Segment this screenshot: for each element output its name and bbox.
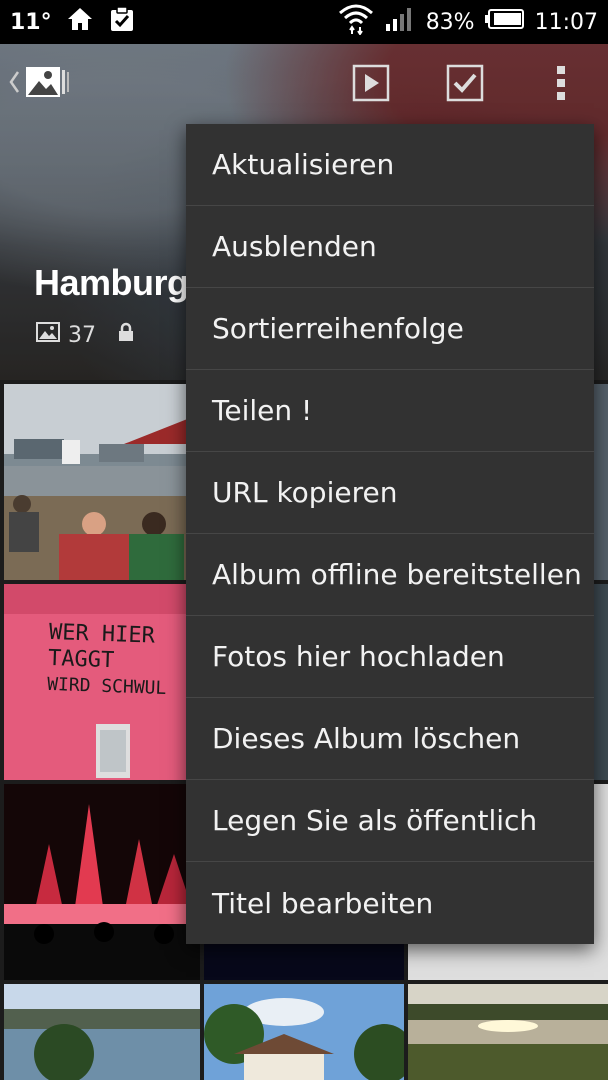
clipboard-check-icon xyxy=(108,5,136,39)
status-bar: 11° 83% 11:07 xyxy=(0,0,608,44)
menu-item-hide[interactable]: Ausblenden xyxy=(186,206,594,288)
menu-item-share[interactable]: Teilen ! xyxy=(186,370,594,452)
wifi-icon xyxy=(338,3,374,41)
home-icon xyxy=(66,6,94,38)
menu-item-sort-order[interactable]: Sortierreihenfolge xyxy=(186,288,594,370)
overflow-menu: Aktualisieren Ausblenden Sortierreihenfo… xyxy=(186,124,594,944)
overflow-menu-icon xyxy=(550,66,572,106)
menu-item-delete-album[interactable]: Dieses Album löschen xyxy=(186,698,594,780)
slideshow-icon xyxy=(352,64,390,106)
graffiti-text-line: WIRD SCHWUL xyxy=(46,673,167,700)
clock-time: 11:07 xyxy=(534,9,598,35)
photo-thumbnail[interactable] xyxy=(408,984,608,1080)
signal-icon xyxy=(384,6,416,38)
temperature-text: 11° xyxy=(10,9,52,35)
action-bar xyxy=(0,44,608,124)
album-meta: 37 xyxy=(36,322,134,348)
photo-icon xyxy=(36,322,60,348)
battery-percent: 83% xyxy=(425,9,475,35)
photo-thumbnail[interactable] xyxy=(4,384,200,580)
menu-item-upload-photos[interactable]: Fotos hier hochladen xyxy=(186,616,594,698)
menu-item-make-available-offline[interactable]: Album offline bereitstellen xyxy=(186,534,594,616)
photo-thumbnail[interactable]: WER HIER TAGGT WIRD SCHWUL xyxy=(4,584,200,780)
battery-icon xyxy=(484,8,525,36)
overflow-menu-button[interactable] xyxy=(550,64,572,102)
menu-item-make-public[interactable]: Legen Sie als öffentlich xyxy=(186,780,594,862)
checkbox-icon xyxy=(446,64,484,106)
photo-thumbnail[interactable] xyxy=(204,984,404,1080)
menu-item-refresh[interactable]: Aktualisieren xyxy=(186,124,594,206)
photo-thumbnail[interactable] xyxy=(4,784,200,980)
menu-item-copy-url[interactable]: URL kopieren xyxy=(186,452,594,534)
photo-count: 37 xyxy=(68,322,96,348)
menu-item-edit-title[interactable]: Titel bearbeiten xyxy=(186,862,594,944)
gallery-icon xyxy=(24,63,70,105)
up-navigation-button[interactable] xyxy=(8,63,70,105)
photo-thumbnail[interactable] xyxy=(4,984,200,1080)
lock-icon xyxy=(118,322,134,348)
chevron-left-icon xyxy=(8,69,20,99)
select-button[interactable] xyxy=(446,64,484,102)
slideshow-button[interactable] xyxy=(352,64,390,102)
